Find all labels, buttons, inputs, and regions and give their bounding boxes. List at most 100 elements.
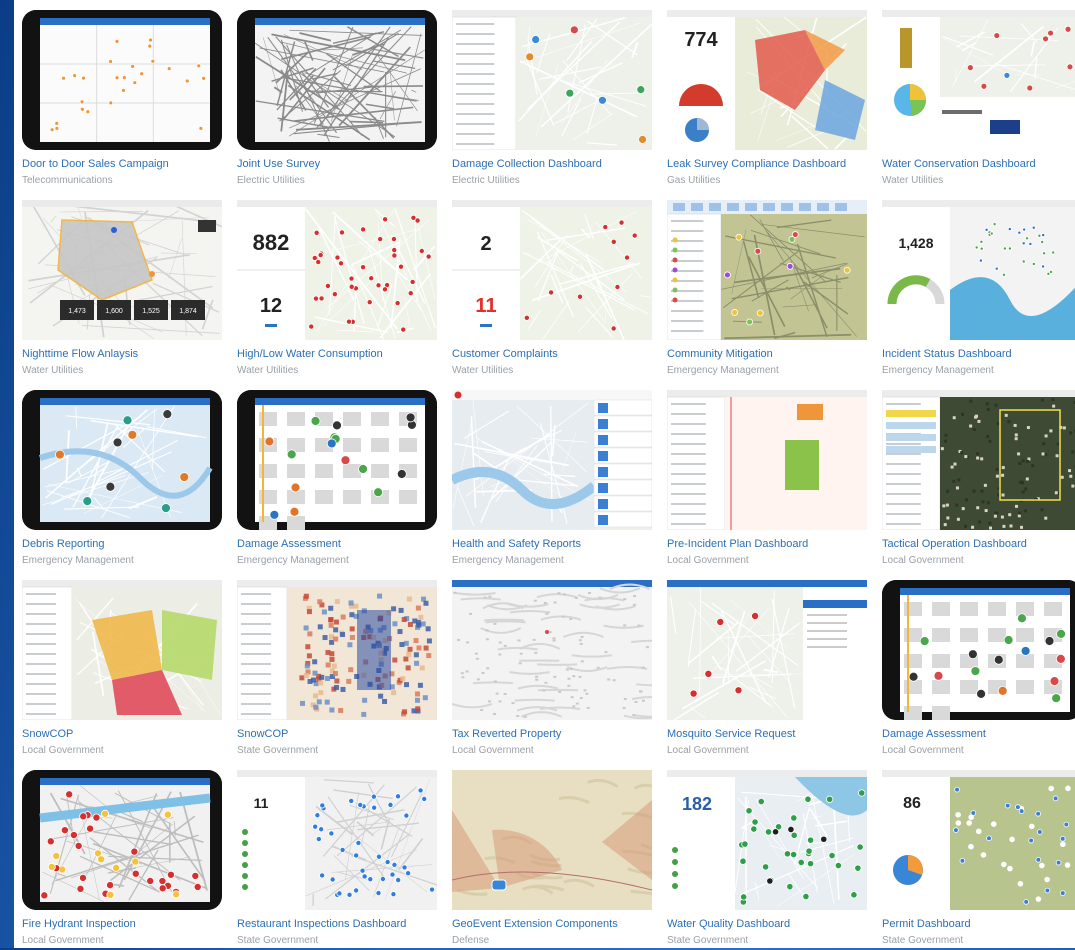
- app-title-link[interactable]: Debris Reporting: [22, 538, 105, 550]
- app-thumbnail[interactable]: 11: [237, 770, 437, 910]
- kpi-value: 12: [260, 295, 282, 317]
- app-card[interactable]: Fire Hydrant Inspection Local Government: [22, 770, 222, 950]
- app-title-link[interactable]: Water Conservation Dashboard: [882, 158, 1036, 170]
- app-thumbnail[interactable]: 86: [882, 770, 1075, 910]
- app-thumbnail[interactable]: [452, 390, 652, 530]
- app-category: Water Utilities: [452, 365, 513, 376]
- desktop-app-icon: [667, 200, 867, 340]
- app-card[interactable]: Mosquito Service Request Local Government: [667, 580, 867, 760]
- app-title-link[interactable]: Nighttime Flow Anlaysis: [22, 348, 138, 360]
- flow-stat: 1,600: [105, 308, 123, 315]
- app-card[interactable]: Tax Reverted PropertyLocal Government: [452, 580, 652, 760]
- app-card[interactable]: Tactical Operation DashboardLocal Govern…: [882, 390, 1075, 570]
- app-card[interactable]: Community Mitigation Emergency Management: [667, 200, 867, 380]
- app-title-link[interactable]: Damage Assessment: [237, 538, 341, 550]
- app-card[interactable]: Joint Use SurveyElectric Utilities: [237, 10, 437, 190]
- app-thumbnail[interactable]: [452, 770, 652, 910]
- app-thumbnail[interactable]: [22, 770, 222, 910]
- app-thumbnail[interactable]: 1,4731,6001,5251,874: [22, 200, 222, 340]
- app-card[interactable]: 86Permit DashboardState Government: [882, 770, 1075, 950]
- kpi-value: 1,428: [898, 235, 933, 251]
- dashboard-icon: [237, 580, 437, 720]
- app-title-link[interactable]: GeoEvent Extension Components: [452, 918, 618, 930]
- app-title-link[interactable]: Community Mitigation: [667, 348, 773, 360]
- app-title-link[interactable]: Pre-Incident Plan Dashboard: [667, 538, 808, 550]
- dashboard-icon: [22, 580, 222, 720]
- tablet-map-icon: [237, 390, 437, 530]
- app-thumbnail[interactable]: [22, 10, 222, 150]
- app-title-link[interactable]: Damage Assessment: [882, 728, 986, 740]
- app-title-link[interactable]: High/Low Water Consumption: [237, 348, 383, 360]
- app-category: Local Government: [667, 745, 749, 756]
- app-title-link[interactable]: Tactical Operation Dashboard: [882, 538, 1027, 550]
- app-thumbnail[interactable]: 182: [667, 770, 867, 910]
- map-icon: [452, 580, 652, 720]
- kpi-value: 774: [684, 29, 718, 51]
- app-thumbnail[interactable]: 88212: [237, 200, 437, 340]
- app-card[interactable]: 182Water Quality DashboardState Governme…: [667, 770, 867, 950]
- app-thumbnail[interactable]: [882, 390, 1075, 530]
- app-thumbnail[interactable]: [667, 580, 867, 720]
- app-category: Local Government: [22, 935, 104, 946]
- dashboard-icon: [452, 10, 652, 150]
- form-icon: [667, 580, 867, 720]
- app-title-link[interactable]: Restaurant Inspections Dashboard: [237, 918, 406, 930]
- app-card[interactable]: 1,428Incident Status DashboardEmergency …: [882, 200, 1075, 380]
- app-thumbnail[interactable]: [22, 390, 222, 530]
- map-icon: [452, 390, 652, 530]
- app-title-link[interactable]: Health and Safety Reports: [452, 538, 581, 550]
- app-title-link[interactable]: Damage Collection Dashboard: [452, 158, 602, 170]
- app-thumbnail[interactable]: [452, 10, 652, 150]
- app-card[interactable]: 211 Customer Complaints Water Utilities: [452, 200, 652, 380]
- app-thumbnail[interactable]: [882, 580, 1075, 720]
- app-category: Emergency Management: [452, 555, 564, 566]
- app-card[interactable]: 1,4731,6001,5251,874 Nighttime Flow Anlay…: [22, 200, 222, 380]
- app-category: Gas Utilities: [667, 175, 720, 186]
- app-thumbnail[interactable]: [452, 580, 652, 720]
- app-card[interactable]: Door to Door Sales CampaignTelecommunica…: [22, 10, 222, 190]
- app-title-link[interactable]: Mosquito Service Request: [667, 728, 795, 740]
- app-title-link[interactable]: Permit Dashboard: [882, 918, 971, 930]
- app-thumbnail[interactable]: [237, 580, 437, 720]
- app-card[interactable]: Damage AssessmentEmergency Management: [237, 390, 437, 570]
- app-category: Water Utilities: [22, 365, 83, 376]
- app-title-link[interactable]: Water Quality Dashboard: [667, 918, 790, 930]
- app-card[interactable]: GeoEvent Extension Components Defense: [452, 770, 652, 950]
- app-thumbnail[interactable]: 1,428: [882, 200, 1075, 340]
- app-title-link[interactable]: Customer Complaints: [452, 348, 558, 360]
- kpi-value: 182: [682, 794, 712, 814]
- app-card[interactable]: SnowCOPState Government: [237, 580, 437, 760]
- kpi-value: 11: [475, 295, 496, 317]
- app-thumbnail[interactable]: [237, 390, 437, 530]
- app-thumbnail[interactable]: 774: [667, 10, 867, 150]
- app-title-link[interactable]: Joint Use Survey: [237, 158, 320, 170]
- app-title-link[interactable]: Door to Door Sales Campaign: [22, 158, 169, 170]
- app-title-link[interactable]: SnowCOP: [237, 728, 288, 740]
- app-category: Defense: [452, 935, 489, 946]
- app-thumbnail[interactable]: [667, 200, 867, 340]
- app-card[interactable]: 774 Leak Survey Compliance Dashboard Gas U…: [667, 10, 867, 190]
- app-category: Water Utilities: [882, 175, 943, 186]
- app-thumbnail[interactable]: [882, 10, 1075, 150]
- app-title-link[interactable]: Tax Reverted Property: [452, 728, 561, 740]
- app-card[interactable]: Damage Collection DashboardElectric Util…: [452, 10, 652, 190]
- app-card[interactable]: Water Conservation Dashboard Water Utilit…: [882, 10, 1075, 190]
- app-card[interactable]: Damage Assessment Local Government: [882, 580, 1075, 760]
- app-card[interactable]: 11Restaurant Inspections DashboardState …: [237, 770, 437, 950]
- app-card[interactable]: SnowCOPLocal Government: [22, 580, 222, 760]
- app-title-link[interactable]: Leak Survey Compliance Dashboard: [667, 158, 846, 170]
- app-card[interactable]: Pre-Incident Plan DashboardLocal Governm…: [667, 390, 867, 570]
- app-card[interactable]: Debris ReportingEmergency Management: [22, 390, 222, 570]
- map-grid-icon: [22, 10, 222, 150]
- app-title-link[interactable]: SnowCOP: [22, 728, 73, 740]
- app-thumbnail[interactable]: 211: [452, 200, 652, 340]
- app-category: Emergency Management: [667, 365, 779, 376]
- app-card[interactable]: Health and Safety Reports Emergency Manag…: [452, 390, 652, 570]
- app-title-link[interactable]: Incident Status Dashboard: [882, 348, 1012, 360]
- app-thumbnail[interactable]: [667, 390, 867, 530]
- app-title-link[interactable]: Fire Hydrant Inspection: [22, 918, 136, 930]
- app-thumbnail[interactable]: [22, 580, 222, 720]
- app-card[interactable]: 88212High/Low Water ConsumptionWater Uti…: [237, 200, 437, 380]
- app-thumbnail[interactable]: [237, 10, 437, 150]
- app-category: Local Government: [882, 745, 964, 756]
